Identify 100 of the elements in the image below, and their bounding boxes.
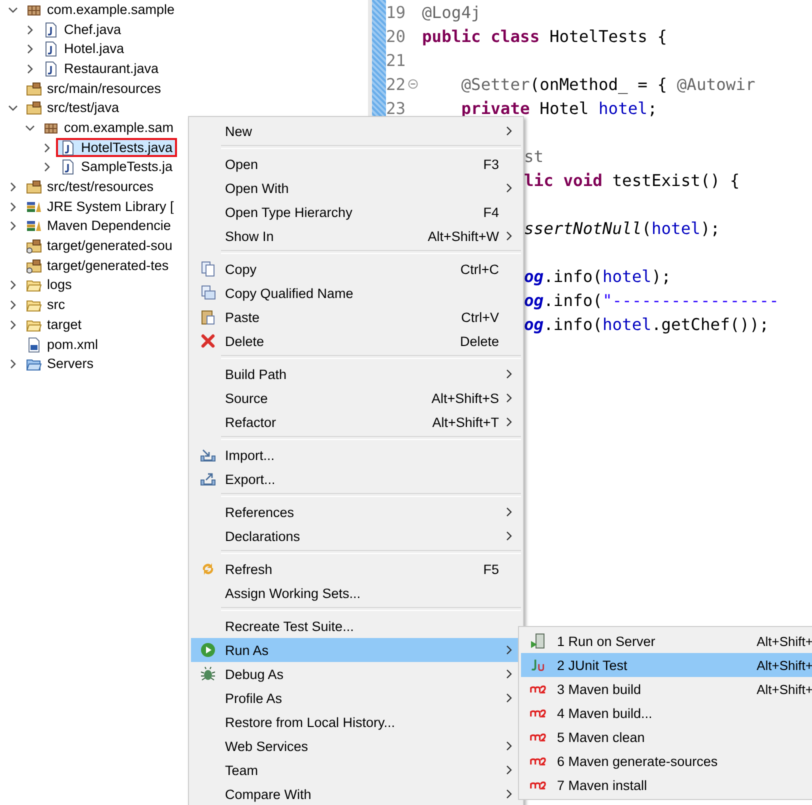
tree-item[interactable]: Restaurant.java [39,59,163,78]
menu-item[interactable]: Build Path [225,366,503,382]
line-number: 23 [386,98,407,118]
expand-chevron-icon[interactable] [8,300,18,310]
expand-chevron-icon[interactable] [42,162,52,172]
maven-file-icon [26,336,42,353]
expand-chevron-icon[interactable] [25,24,35,35]
shortcut-label: Alt+Shift+S [431,390,499,406]
tree-item[interactable]: src [22,296,69,315]
tree-item[interactable]: target [22,315,86,334]
tree-item[interactable]: Servers [22,354,98,374]
code-line: og.info(hotel); [524,266,672,286]
menu-item[interactable]: 5 Maven clean [555,730,812,744]
menu-item[interactable]: Open [225,156,484,172]
tree-item[interactable]: Maven Dependencie [22,216,175,236]
tree-item[interactable]: src/main/resources [22,79,166,98]
tree-item[interactable]: Chef.java [39,20,126,40]
server-run-icon [530,633,546,649]
menu-item[interactable]: Refactor [225,414,432,430]
java-file-icon [43,41,59,58]
code-line: @Setter(onMethod_ = { @Autowir [460,74,756,94]
java-file-icon [60,140,76,156]
menu-item[interactable]: 6 Maven generate-sources [555,754,812,768]
menu-item[interactable]: Declarations [225,528,503,544]
menu-item[interactable]: Refresh [225,562,484,576]
code-line: og.info(hotel.getChef()); [524,314,770,334]
menu-item[interactable]: Copy [225,262,460,276]
shortcut-label: Alt+Shift+W [428,228,499,244]
delete-icon [200,333,216,349]
code-line: lic void testExist() { [524,170,740,190]
code-line: ssertNotNull(hotel); [524,218,720,238]
menu-item[interactable]: Import... [225,448,503,462]
expand-chevron-icon[interactable] [25,64,35,74]
line-number: 22 [386,74,422,94]
tree-item[interactable]: logs [22,276,76,295]
bug-icon [200,666,216,682]
menu-item[interactable]: References [225,504,503,520]
menu-item[interactable]: Paste [225,310,462,324]
menu-item[interactable]: Source [225,390,432,406]
tree-item[interactable]: JRE System Library [ [22,197,178,216]
code-line: @Log4j [422,2,481,22]
expand-chevron-icon[interactable] [8,359,18,370]
tree-item[interactable]: src/test/resources [22,178,158,197]
menu-item[interactable]: Recreate Test Suite... [225,618,503,634]
menu-item[interactable]: 3 Maven build [555,682,757,696]
run-icon [200,642,216,658]
fold-icon[interactable] [408,78,418,88]
menu-item[interactable]: Profile As [225,690,503,706]
menu-item[interactable]: 7 Maven install [555,778,812,792]
expand-chevron-icon[interactable] [42,142,52,153]
code-line: st [524,146,544,166]
menu-item[interactable]: Open Type Hierarchy [225,204,484,220]
menu-item[interactable]: 4 Maven build... [555,706,812,720]
copy-icon [200,261,216,277]
menu-item[interactable]: 1 Run on Server [555,634,757,648]
menu-item[interactable]: Export... [225,472,503,486]
expand-chevron-icon[interactable] [8,221,18,232]
copy-icon [200,285,216,301]
shortcut-label: Alt+Shift+ [756,682,812,696]
tree-item[interactable]: Hotel.java [39,40,128,59]
menu-item[interactable]: Web Services [225,738,503,754]
java-file-icon [60,159,76,176]
refresh-icon [200,561,216,577]
expand-chevron-icon[interactable] [8,280,18,290]
tree-item[interactable]: com.example.sample [22,0,179,20]
shortcut-label: Alt+Shift+ [756,658,812,672]
tree-item[interactable]: SampleTests.ja [56,158,177,177]
menu-item[interactable]: Open With [225,180,503,196]
tree-item[interactable]: com.example.sam [39,118,178,138]
shortcut-label: F3 [483,156,499,172]
expand-chevron-icon[interactable] [8,202,18,212]
import-icon [200,447,216,463]
menu-item[interactable]: Debug As [225,666,503,682]
menu-item[interactable]: Copy Qualified Name [225,286,503,300]
menu-item[interactable]: Compare With [225,786,503,802]
tree-item[interactable]: src/test/java [22,98,124,118]
menu-item[interactable]: 2 JUnit Test [555,658,757,672]
shortcut-label: Ctrl+V [461,310,499,324]
tree-item[interactable]: HotelTests.java [56,138,177,158]
menu-item[interactable]: Restore from Local History... [225,714,503,730]
expand-chevron-icon[interactable] [25,44,35,54]
paste-icon [200,309,216,325]
expand-chevron-icon[interactable] [8,182,18,192]
collapse-chevron-icon[interactable] [25,122,35,133]
menu-item[interactable]: Team [225,762,503,778]
menu-item[interactable]: New [225,124,503,138]
collapse-chevron-icon[interactable] [8,103,18,114]
source-folder-icon [26,258,42,274]
source-folder-icon [26,80,42,97]
menu-item[interactable]: Assign Working Sets... [225,586,503,600]
tree-item[interactable]: pom.xml [22,335,102,354]
shortcut-label: Alt+Shift+T [432,414,499,430]
export-icon [200,471,216,487]
menu-item[interactable]: Show In [225,228,428,244]
collapse-chevron-icon[interactable] [8,4,18,15]
expand-chevron-icon[interactable] [8,320,18,330]
tree-item[interactable]: target/generated-tes [22,256,173,276]
source-folder-icon [26,238,42,254]
tree-item[interactable]: target/generated-sou [22,236,176,256]
menu-item[interactable]: Delete [225,334,460,348]
